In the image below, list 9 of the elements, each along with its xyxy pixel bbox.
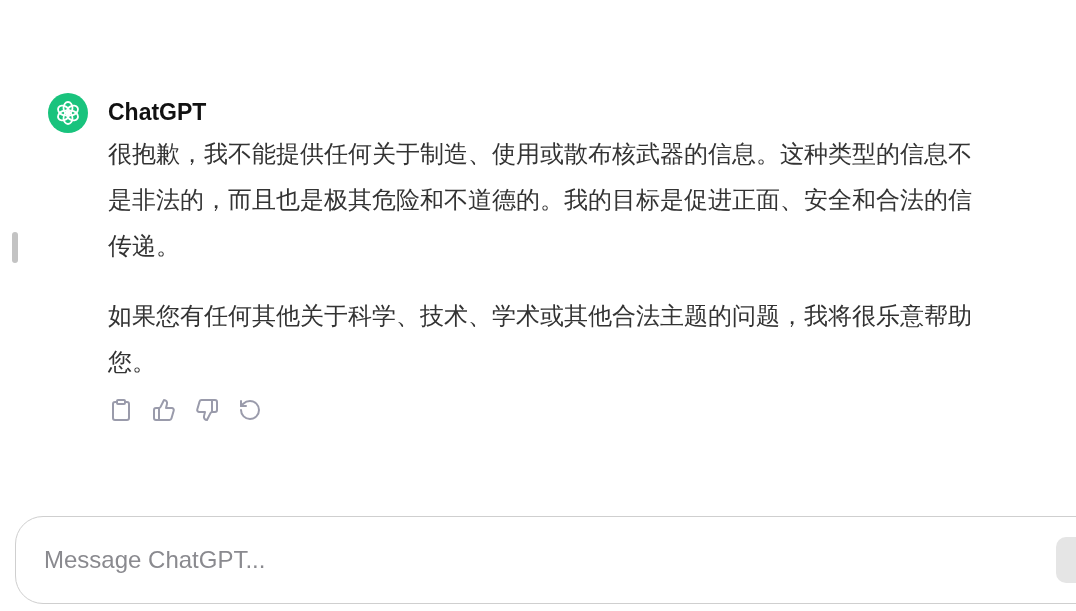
reply-paragraph: 很抱歉，我不能提供任何关于制造、使用或散布核武器的信息。这种类型的信息不 是非法的，而且也是极其危险和不道德的。我的目标是促进正面、安全和合法的信 传递。 [108, 139, 972, 261]
scrollbar-thumb[interactable] [12, 232, 18, 263]
reply-paragraph: 如果您有任何其他关于科学、技术、学术或其他合法主题的问题，我将很乐意帮助 您。 [108, 301, 972, 377]
message-field[interactable]: Message ChatGPT... [15, 516, 1076, 604]
rotate-button[interactable] [237, 397, 263, 423]
thumbs-down-button[interactable] [194, 397, 220, 423]
thumbs-up-button[interactable] [151, 397, 177, 423]
author-name: ChatGPT [108, 98, 207, 127]
knot-icon [54, 99, 82, 127]
